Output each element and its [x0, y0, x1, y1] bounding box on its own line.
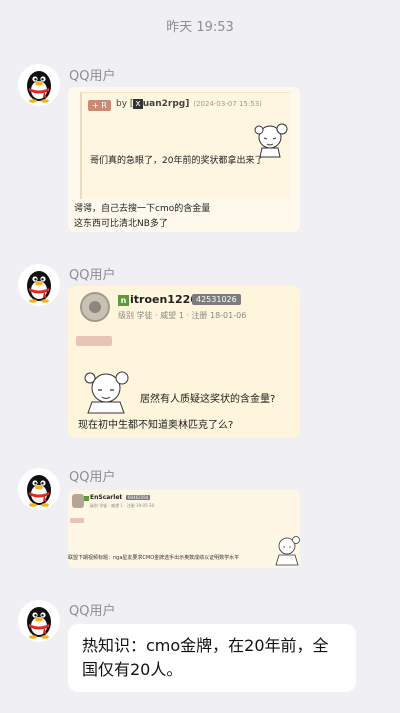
by-prefix: by [ [116, 99, 134, 109]
user-id-badge: 60462594 [126, 495, 151, 500]
post-username: uan2rpg] [142, 99, 190, 109]
profile-avatar [80, 292, 110, 322]
user-meta: 级别 学徒 · 威望 1 · 注册 19-05-30 [90, 503, 155, 508]
username-mark: x [133, 99, 143, 109]
quote-text: 哥们真的急眼了，20年前的奖状都拿出来了 [90, 156, 264, 166]
sender-name: QQ用户 [69, 470, 116, 485]
sender-name: QQ用户 [69, 69, 116, 84]
quoted-post: + R by [x uan2rpg] (2024-03-07 15:53) 哥们真的… [80, 92, 290, 199]
screenshot-image[interactable]: n itroen1226 42531026 级别 学徒 · 威望 1 · 注册 … [68, 286, 300, 438]
anime-sticker-icon [84, 371, 129, 414]
screenshot-image[interactable]: EnScarlet 60462594 级别 学徒 · 威望 1 · 注册 19-… [68, 490, 300, 568]
post-tag [70, 518, 84, 523]
message-bubble[interactable]: 热知识：cmo金牌，在20年前，全国仅有20人。 [68, 624, 356, 692]
post-author-line: by [x uan2rpg] (2024-03-07 15:53) [116, 99, 262, 109]
post-username: itroen1226 [130, 293, 198, 306]
post-text: 现在初中生都不知道奥林匹克了么? [78, 420, 234, 431]
profile-avatar [72, 494, 84, 508]
post-text: 联盟下期视频标题：nga星友要求CMO金牌选手出示奥数成绩以证明数学水平 [68, 555, 240, 561]
user-meta: 级别 学徒 · 威望 1 · 注册 18-01-06 [118, 311, 247, 320]
user-id-badge: 42531026 [192, 294, 241, 305]
post-tag: + R [88, 100, 111, 111]
sender-name: QQ用户 [69, 604, 116, 619]
thumbs-icon [76, 336, 112, 346]
post-line-2: 这东西可比清北NB多了 [74, 219, 168, 229]
qq-penguin-icon[interactable] [18, 468, 60, 510]
screenshot-image[interactable]: + R by [x uan2rpg] (2024-03-07 15:53) 哥们真的… [68, 87, 300, 232]
quote-text: 居然有人质疑这奖状的含金量? [140, 394, 276, 405]
qq-penguin-icon[interactable] [18, 64, 60, 106]
username-mark: n [118, 295, 129, 306]
qq-penguin-icon[interactable] [18, 264, 60, 306]
username-mark [84, 496, 89, 501]
anime-sticker-icon [254, 123, 288, 158]
post-username: EnScarlet [90, 494, 123, 501]
sender-name: QQ用户 [69, 268, 116, 283]
anime-sticker-icon [275, 536, 300, 566]
post-line-1: 谔谔，自己去搜一下cmo的含金量 [74, 204, 211, 214]
message-timestamp: 昨天 19:53 [166, 20, 234, 35]
post-date: (2024-03-07 15:53) [193, 100, 262, 108]
qq-penguin-icon[interactable] [18, 600, 60, 642]
